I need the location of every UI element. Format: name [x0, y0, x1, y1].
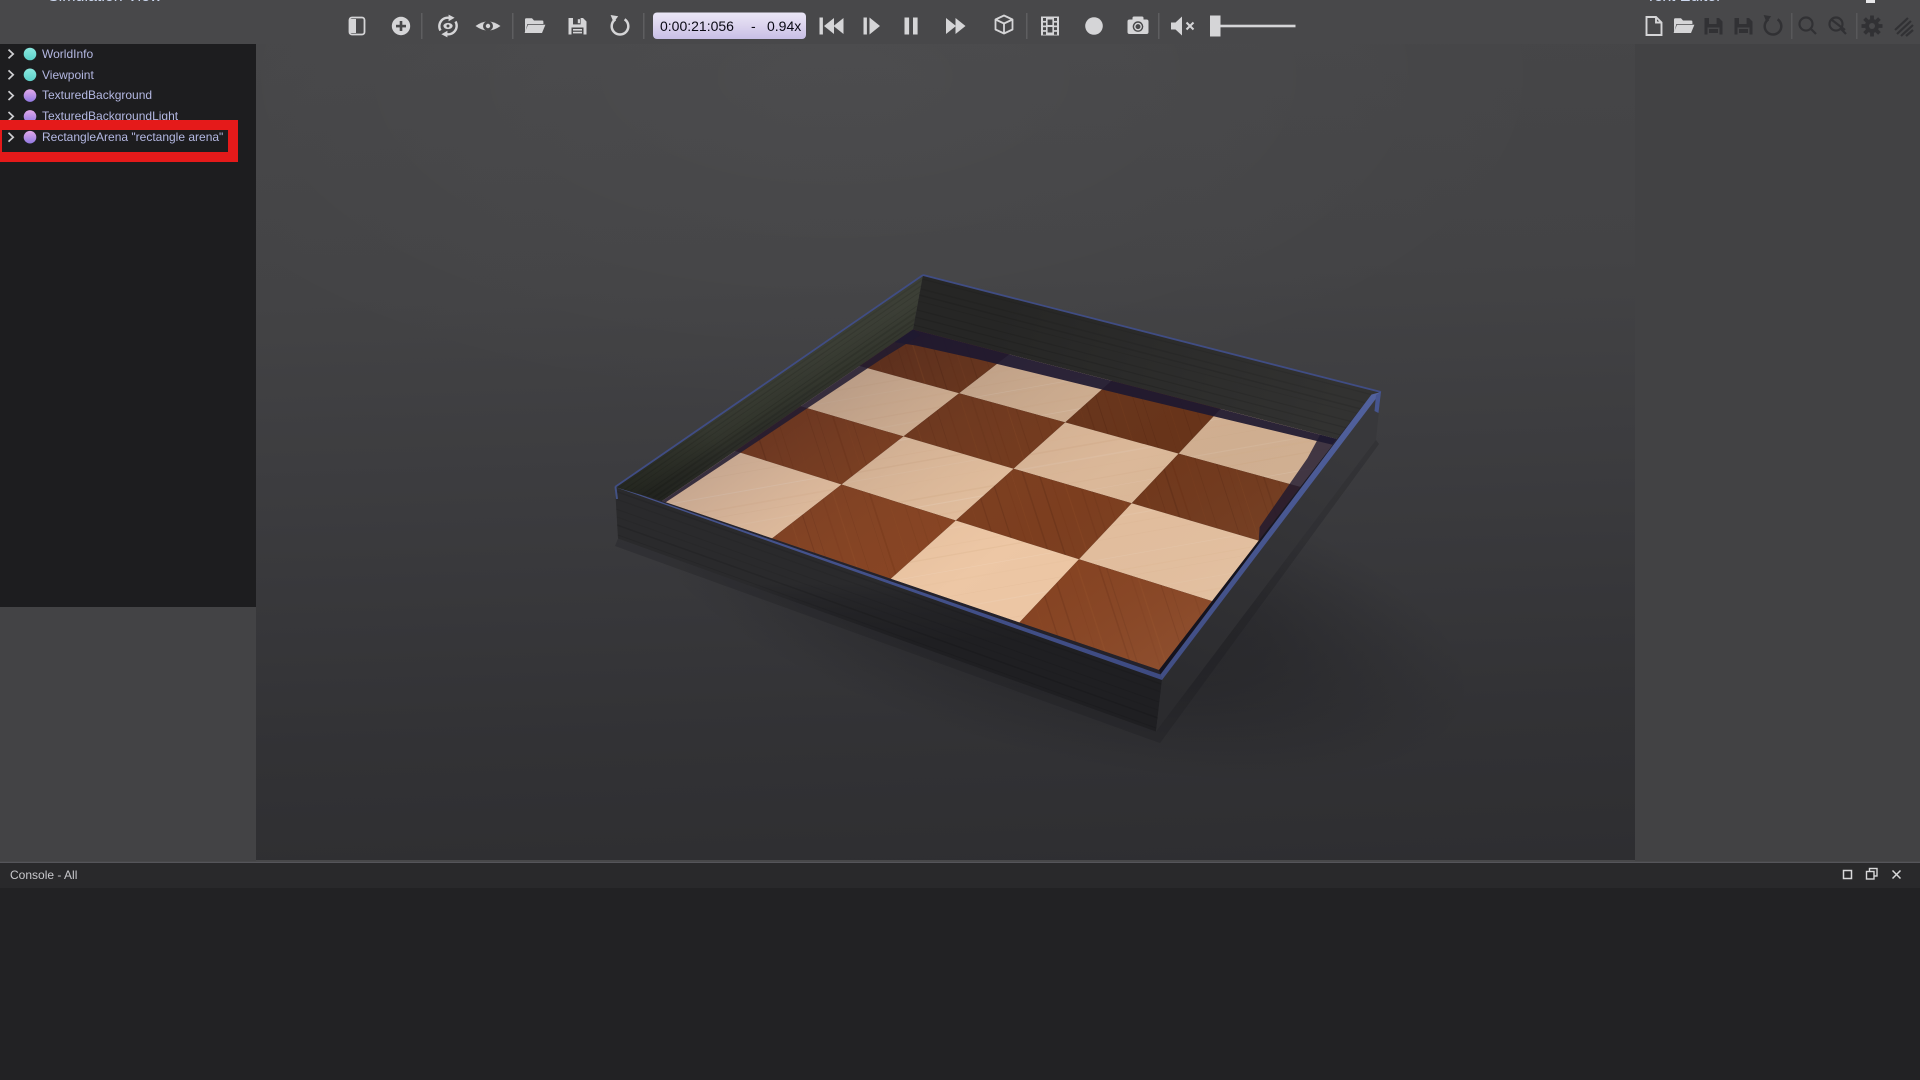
svg-text:0:00:21:056: 0:00:21:056	[660, 18, 734, 34]
svg-text:-: -	[751, 18, 756, 34]
svg-text:0.94x: 0.94x	[767, 18, 801, 34]
